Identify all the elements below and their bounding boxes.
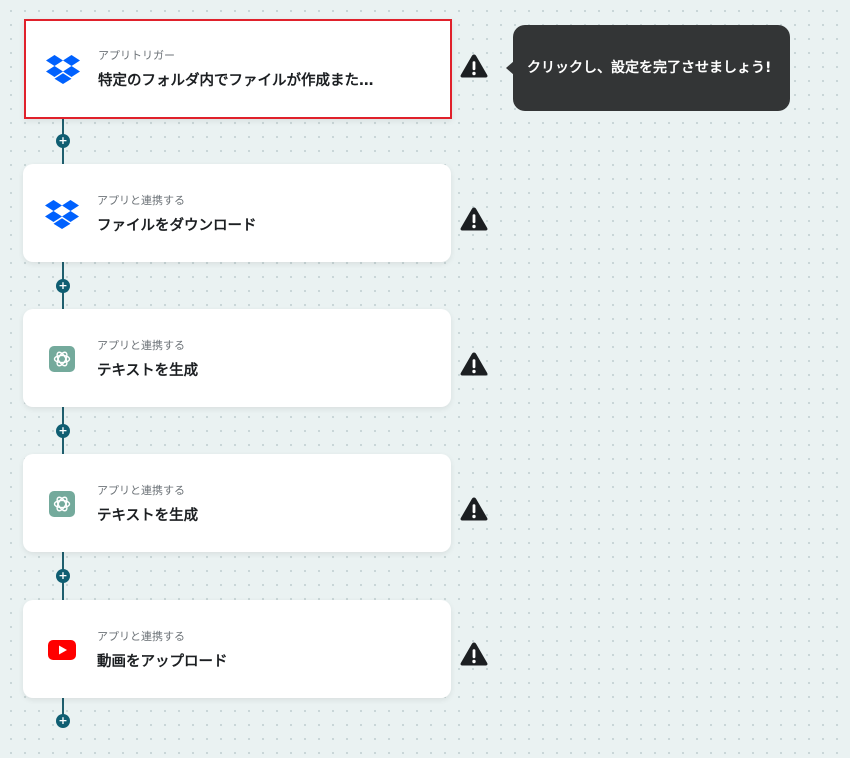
step-card-trigger[interactable]: アプリトリガー 特定のフォルダ内でファイルが作成また…	[24, 19, 452, 119]
step-title: テキストを生成	[97, 508, 199, 524]
add-step-button[interactable]: +	[56, 569, 70, 583]
youtube-icon	[45, 633, 79, 667]
step-subtitle: アプリトリガー	[98, 49, 175, 62]
add-step-button[interactable]: +	[56, 714, 70, 728]
tooltip-arrow	[506, 61, 514, 75]
dropbox-icon	[45, 197, 79, 231]
dropbox-icon	[46, 52, 80, 86]
step-card-upload-video[interactable]: アプリと連携する 動画をアップロード	[23, 600, 451, 698]
step-title: ファイルをダウンロード	[97, 218, 257, 234]
step-subtitle: アプリと連携する	[97, 339, 185, 352]
add-step-button[interactable]: +	[56, 134, 70, 148]
warning-icon[interactable]	[459, 641, 489, 667]
step-card-download-file[interactable]: アプリと連携する ファイルをダウンロード	[23, 164, 451, 262]
step-card-generate-text[interactable]: アプリと連携する テキストを生成	[23, 454, 451, 552]
step-subtitle: アプリと連携する	[97, 630, 185, 643]
warning-icon[interactable]	[459, 53, 489, 79]
warning-icon[interactable]	[459, 351, 489, 377]
step-title: 特定のフォルダ内でファイルが作成また…	[98, 73, 374, 89]
chatgpt-icon	[45, 487, 79, 521]
step-title: テキストを生成	[97, 363, 199, 379]
add-step-button[interactable]: +	[56, 424, 70, 438]
step-card-generate-text[interactable]: アプリと連携する テキストを生成	[23, 309, 451, 407]
warning-icon[interactable]	[459, 206, 489, 232]
setup-tooltip: クリックし、設定を完了させましょう!	[506, 25, 790, 111]
tooltip-text: クリックし、設定を完了させましょう!	[527, 60, 772, 76]
step-subtitle: アプリと連携する	[97, 194, 185, 207]
step-title: 動画をアップロード	[97, 654, 228, 670]
step-subtitle: アプリと連携する	[97, 484, 185, 497]
warning-icon[interactable]	[459, 496, 489, 522]
chatgpt-icon	[45, 342, 79, 376]
add-step-button[interactable]: +	[56, 279, 70, 293]
